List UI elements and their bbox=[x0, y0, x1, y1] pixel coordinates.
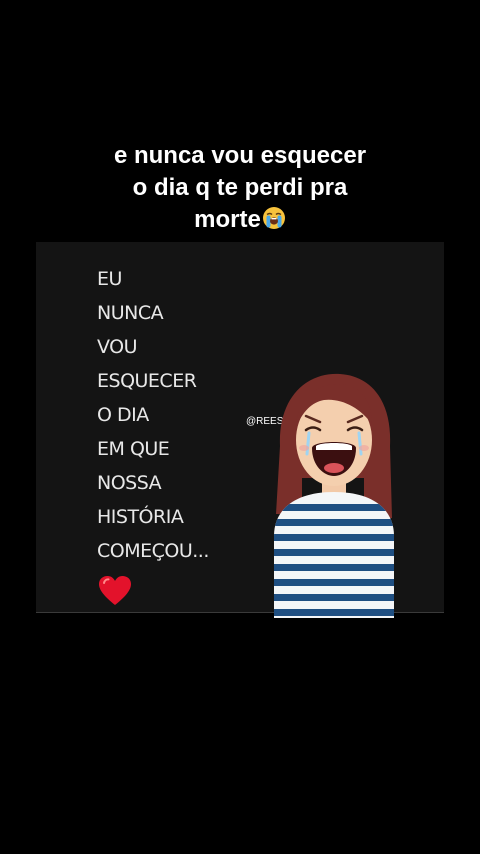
red-heart-icon bbox=[99, 576, 131, 605]
poem-line: COMEÇOU... bbox=[97, 540, 209, 562]
caption-line-2: o dia q te perdi pra bbox=[132, 174, 348, 201]
poem-line: NUNCA bbox=[97, 302, 164, 324]
poem-line: O DIA bbox=[97, 404, 149, 426]
crying-girl-illustration bbox=[274, 373, 394, 618]
poem-line: HISTÓRIA bbox=[97, 506, 184, 528]
poem-line: EM QUE bbox=[97, 438, 170, 460]
quote-image: EU NUNCA VOU ESQUECER O DIA EM QUE NOSSA… bbox=[36, 242, 444, 618]
poem-line: VOU bbox=[97, 336, 138, 358]
poem-text: EU NUNCA VOU ESQUECER O DIA EM QUE NOSSA… bbox=[97, 262, 209, 568]
caption-line-1: e nunca vou esquecer bbox=[113, 142, 367, 169]
poem-line: NOSSA bbox=[97, 472, 162, 494]
caption-line-3-text: morte bbox=[194, 206, 261, 233]
poem-line: ESQUECER bbox=[97, 370, 197, 392]
poem-line: EU bbox=[97, 268, 122, 290]
loudly-crying-face-icon bbox=[262, 207, 285, 229]
video-caption: e nunca vou esquecer o dia q te perdi pr… bbox=[0, 140, 480, 236]
caption-line-3: morte bbox=[0, 204, 480, 236]
